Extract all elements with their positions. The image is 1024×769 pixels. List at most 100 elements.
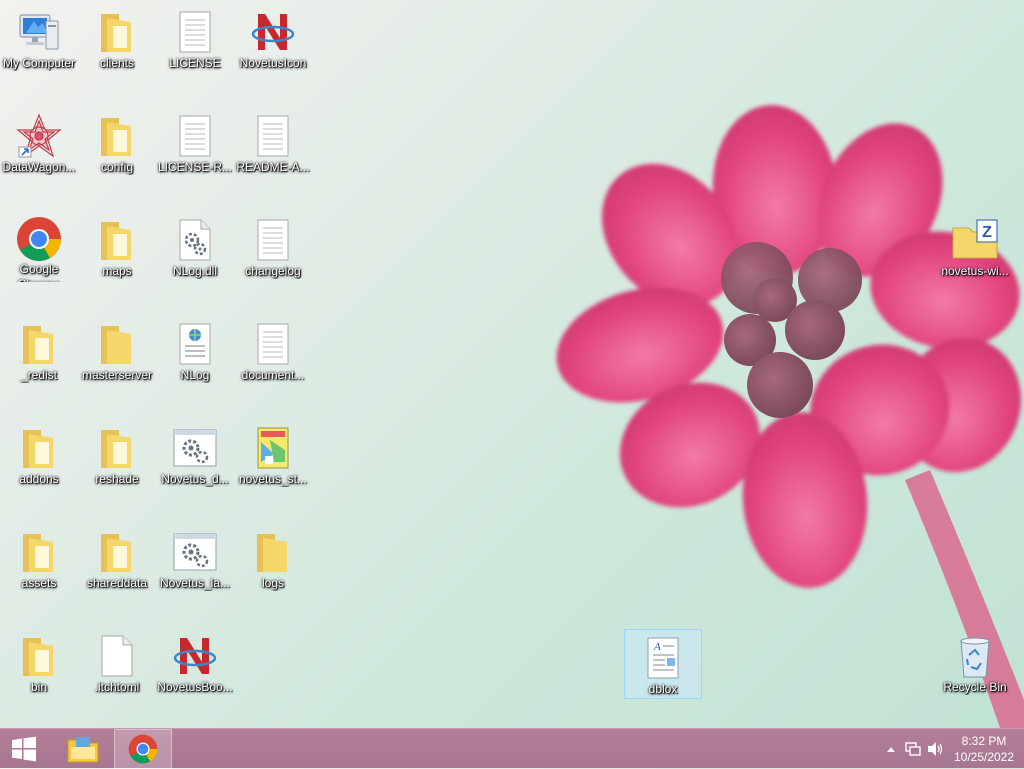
icon-label: config: [100, 160, 134, 174]
icon-label: NovetusBoo...: [157, 680, 233, 694]
desktop-icon-novetus-st[interactable]: novetus_st...: [235, 420, 311, 490]
desktop-icon-logs[interactable]: logs: [235, 524, 311, 594]
icon-label: DataWagon...: [2, 160, 76, 174]
icon-label: dblox: [648, 682, 678, 696]
folder-icon: [93, 8, 141, 56]
desktop-icon-datawagon[interactable]: DataWagon...: [1, 108, 77, 178]
text-file-icon: [171, 112, 219, 160]
desktop-icon-maps[interactable]: maps: [79, 212, 155, 282]
folder-icon: [15, 528, 63, 576]
novetus-logo-icon: [171, 632, 219, 680]
desktop-icon-config[interactable]: config: [79, 108, 155, 178]
folder-icon: [15, 320, 63, 368]
desktop-icon-dblox[interactable]: A dblox: [624, 629, 702, 699]
desktop[interactable]: My Computer DataWagon... Google _redist …: [0, 0, 1024, 728]
icon-label: reshade: [95, 472, 139, 486]
text-file-icon: [249, 320, 297, 368]
folder-icon: [15, 632, 63, 680]
icon-label: Novetus_d...: [161, 472, 229, 486]
folder-icon: [93, 424, 141, 472]
desktop-icon-assets[interactable]: assets: [1, 524, 77, 594]
desktop-icon-itchtoml[interactable]: .itchtoml: [79, 628, 155, 698]
icon-label: My Computer: [2, 56, 76, 70]
speaker-icon: [928, 742, 943, 756]
icon-label: clients: [99, 56, 134, 70]
desktop-icon-bin[interactable]: bin: [1, 628, 77, 698]
recycle-bin-icon: [951, 632, 999, 680]
folder-icon: [93, 216, 141, 264]
volume-button[interactable]: [924, 729, 946, 769]
icon-label: Novetus_la...: [159, 576, 231, 590]
icon-label: changelog: [245, 264, 301, 278]
desktop-icon-redist[interactable]: _redist: [1, 316, 77, 386]
file-explorer-icon: [67, 737, 99, 763]
settings-gear-icon: [171, 528, 219, 576]
desktop-icon-changelog[interactable]: changelog: [235, 212, 311, 282]
network-status-button[interactable]: [902, 729, 924, 769]
taskbar: 8:32 PM 10/25/2022: [0, 728, 1024, 769]
desktop-icon-novetus-wi[interactable]: Z novetus-wi...: [937, 212, 1013, 282]
desktop-icon-addons[interactable]: addons: [1, 420, 77, 490]
taskbar-file-explorer-button[interactable]: [54, 729, 112, 769]
taskbar-chrome-button[interactable]: [114, 729, 172, 769]
desktop-icon-novetus-la[interactable]: Novetus_la...: [157, 524, 233, 594]
desktop-icon-novetus-d[interactable]: Novetus_d...: [157, 420, 233, 490]
desktop-icon-license[interactable]: LICENSE: [157, 4, 233, 74]
icon-label: logs: [261, 576, 284, 590]
icon-label: maps: [102, 264, 132, 278]
settings-gear-icon: [171, 424, 219, 472]
icon-label: novetus_st...: [238, 472, 308, 486]
taskbar-clock[interactable]: 8:32 PM 10/25/2022: [950, 733, 1018, 765]
windows-logo-icon: [12, 736, 36, 762]
desktop-icon-reshade[interactable]: reshade: [79, 420, 155, 490]
wordpad-document-icon: A: [639, 634, 687, 682]
icon-label: NLog.dll: [172, 264, 218, 278]
icon-label: _redist: [20, 368, 58, 382]
icon-label: assets: [21, 576, 57, 590]
desktop-icon-google-chrome[interactable]: Google Chrome: [1, 212, 77, 282]
chevron-up-icon: [887, 747, 895, 752]
icon-label: Google Chrome: [18, 262, 61, 282]
text-file-icon: [249, 112, 297, 160]
desktop-icon-nlog-dll[interactable]: NLog.dll: [157, 212, 233, 282]
desktop-icon-masterserver[interactable]: masterserver: [79, 316, 155, 386]
icon-label: NLog: [180, 368, 210, 382]
desktop-icon-recycle-bin[interactable]: Recycle Bin: [937, 628, 1013, 698]
icon-label: LICENSE: [169, 56, 221, 70]
chrome-icon: [15, 216, 63, 262]
icon-label: masterserver: [81, 368, 152, 382]
folder-icon: [15, 424, 63, 472]
system-tray: 8:32 PM 10/25/2022: [880, 729, 1024, 769]
icon-label: Recycle Bin: [943, 680, 1007, 694]
novetus-logo-icon: [249, 8, 297, 56]
desktop-icon-shareddata[interactable]: shareddata: [79, 524, 155, 594]
desktop-icon-clients[interactable]: clients: [79, 4, 155, 74]
desktop-icon-license-r[interactable]: LICENSE-R...: [157, 108, 233, 178]
folder-icon: [93, 112, 141, 160]
desktop-icon-nlog[interactable]: NLog: [157, 316, 233, 386]
clock-date: 10/25/2022: [953, 750, 1015, 764]
start-button[interactable]: [0, 729, 48, 769]
folder-icon: [93, 528, 141, 576]
icon-label: shareddata: [86, 576, 148, 590]
chrome-icon: [128, 734, 158, 764]
blank-file-icon: [93, 632, 141, 680]
clock-time: 8:32 PM: [961, 734, 1007, 748]
desktop-icon-novetusboo[interactable]: NovetusBoo...: [157, 628, 233, 698]
icon-label: NovetusIcon: [239, 56, 307, 70]
desktop-icon-my-computer[interactable]: My Computer: [1, 4, 77, 74]
svg-text:A: A: [653, 641, 661, 653]
datawagon-star-icon: [15, 112, 63, 160]
desktop-icon-documentation[interactable]: document...: [235, 316, 311, 386]
text-file-icon: [171, 8, 219, 56]
zip-archive-icon: Z: [951, 216, 999, 264]
text-file-icon: [249, 216, 297, 264]
folder-icon: [249, 528, 297, 576]
computer-icon: [15, 8, 63, 56]
show-hidden-icons-button[interactable]: [880, 729, 902, 769]
desktop-icon-readme-a[interactable]: README-A...: [235, 108, 311, 178]
desktop-icon-novetusicon[interactable]: NovetusIcon: [235, 4, 311, 74]
xml-file-icon: [171, 320, 219, 368]
icon-label: .itchtoml: [94, 680, 140, 694]
network-icon: [905, 742, 921, 756]
